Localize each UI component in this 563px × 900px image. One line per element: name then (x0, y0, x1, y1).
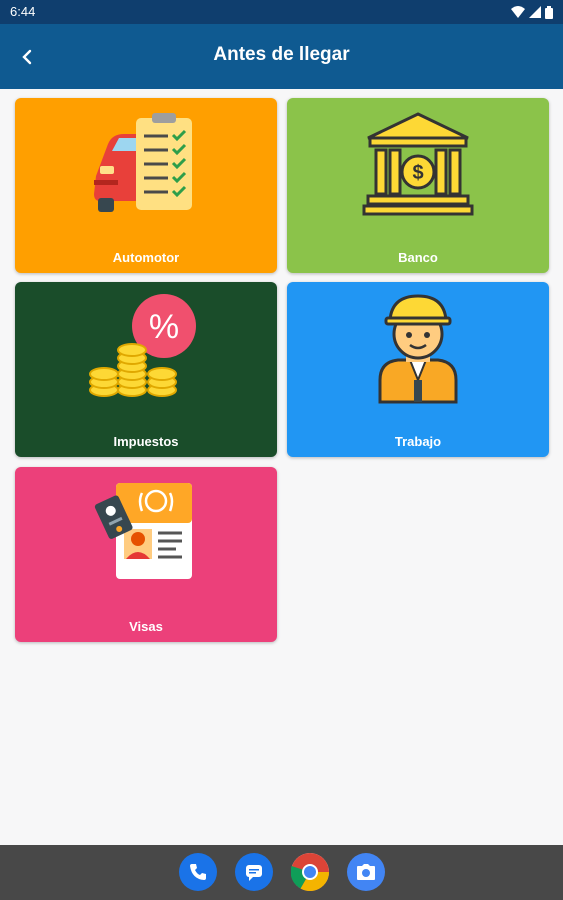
category-label-trabajo: Trabajo (394, 434, 442, 449)
svg-text:%: % (149, 308, 179, 346)
messages-icon[interactable] (234, 853, 273, 891)
category-label-visas: Visas (129, 619, 163, 634)
worker-icon (378, 294, 458, 404)
svg-text:$: $ (412, 162, 423, 184)
category-card-trabajo[interactable]: Trabajo (287, 282, 549, 457)
category-card-automotor[interactable]: Automotor (15, 98, 277, 273)
app-bar: Antes de llegar (0, 24, 563, 89)
bank-icon: $ (362, 112, 474, 216)
status-bar: 6:44 (0, 0, 563, 24)
status-icons (511, 4, 553, 20)
page-title: Antes de llegar (213, 44, 350, 65)
chrome-icon[interactable] (290, 853, 329, 891)
category-card-banco[interactable]: $ Banco (287, 98, 549, 273)
wifi-icon (511, 6, 525, 18)
category-label-banco: Banco (398, 250, 438, 265)
passport-id-icon (94, 483, 192, 579)
navigation-bar (0, 845, 563, 900)
category-card-impuestos[interactable]: % Impuestos (15, 282, 277, 457)
battery-icon (545, 5, 553, 19)
status-time: 6:44 (10, 4, 36, 19)
category-label-automotor: Automotor (112, 250, 180, 265)
phone-icon[interactable] (178, 853, 217, 891)
app-dock (0, 853, 563, 891)
camera-icon[interactable] (346, 853, 385, 891)
category-card-visas[interactable]: Visas (15, 467, 277, 642)
car-checklist-icon (94, 113, 192, 212)
category-label-impuestos: Impuestos (113, 434, 179, 449)
coins-percent-icon: % (89, 294, 196, 397)
signal-icon (529, 6, 541, 18)
